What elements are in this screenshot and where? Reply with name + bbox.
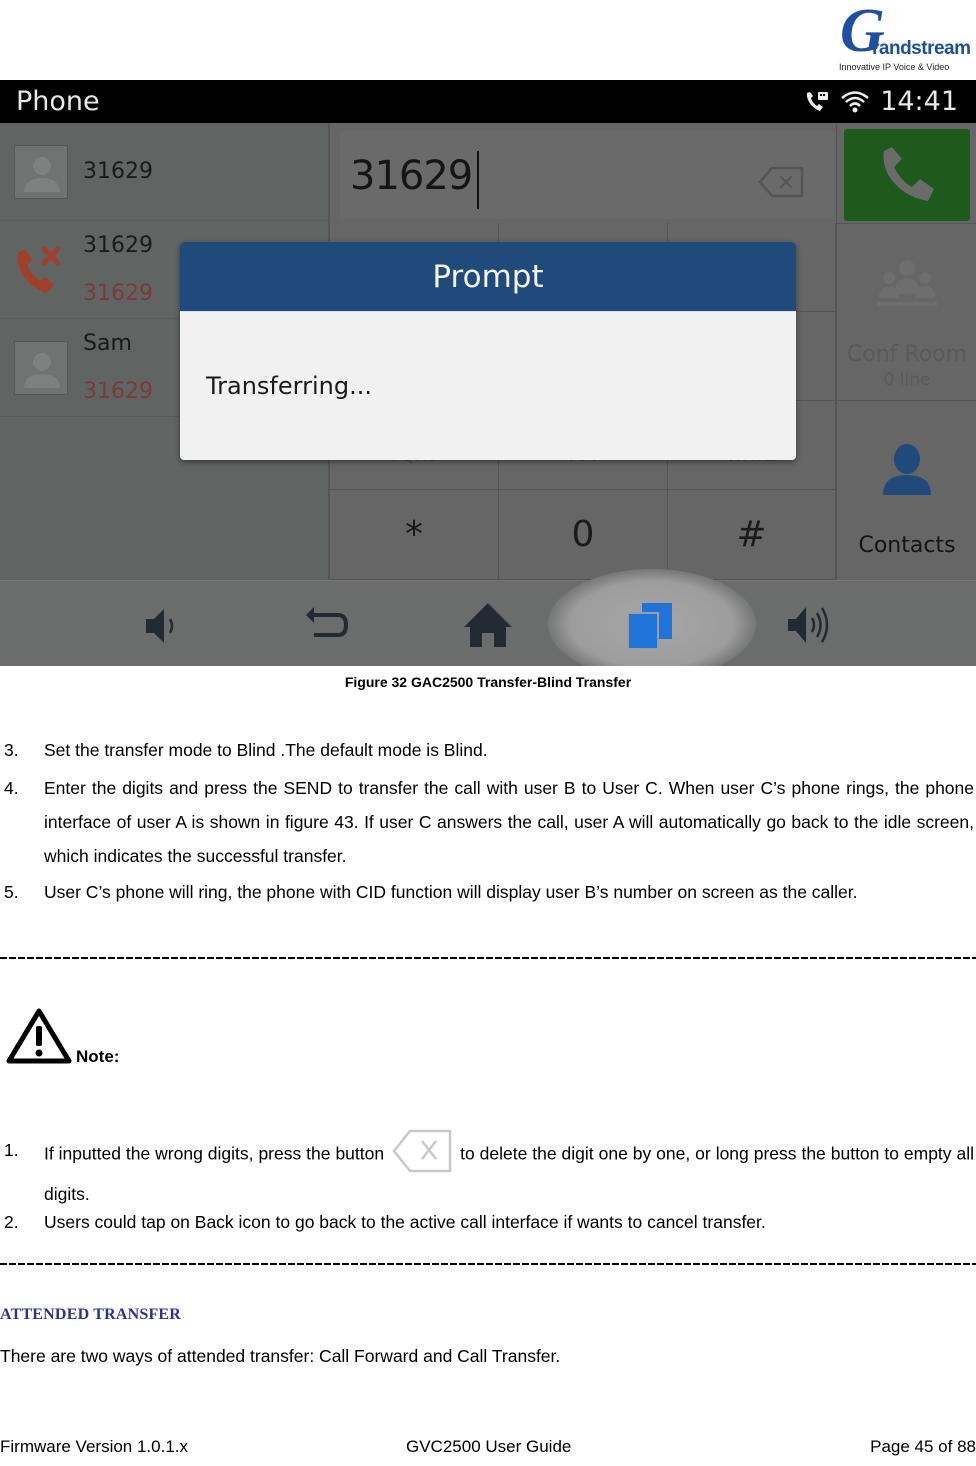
missed-call-icon <box>12 243 70 304</box>
backspace-icon[interactable] <box>758 166 804 198</box>
footer-page: Page 45 of 88 <box>870 1437 976 1456</box>
send-button[interactable] <box>844 129 970 221</box>
text-cursor <box>477 151 479 209</box>
conf-room-lines: 0 line <box>883 370 931 390</box>
logo-tagline: Innovative IP Voice & Video <box>839 62 950 72</box>
call-log-item[interactable]: 31629 <box>0 123 330 221</box>
conf-room-button[interactable]: Conf Room 0 line <box>837 223 976 401</box>
call-log-number: 31629 <box>83 281 153 306</box>
dial-input-value: 31629 <box>350 153 473 199</box>
dialog-message: Transferring... <box>206 372 372 400</box>
avatar-icon <box>14 145 68 199</box>
back-icon[interactable] <box>296 599 356 651</box>
phone-screenshot: Phone 14:41 31629 31629 31629 Sam 31629 … <box>0 80 976 666</box>
logo-word: randstream <box>872 38 971 59</box>
call-log-number: 31629 <box>83 379 153 404</box>
contacts-button[interactable]: Contacts <box>837 401 976 580</box>
footer-firmware: Firmware Version 1.0.1.x <box>0 1437 189 1456</box>
call-log-name: Sam <box>83 331 132 356</box>
side-panel: Conf Room 0 line Contacts <box>836 123 976 580</box>
call-forward-icon <box>804 90 830 114</box>
key-hash[interactable]: # <box>668 490 836 580</box>
footer-title: GVC2500 User Guide <box>406 1437 572 1456</box>
divider <box>0 1263 976 1265</box>
key-star[interactable]: * <box>330 490 499 580</box>
dialog-title: Prompt <box>180 242 796 312</box>
section-heading: ATTENDED TRANSFER <box>0 1306 182 1323</box>
status-bar: Phone 14:41 <box>0 80 976 123</box>
avatar-icon <box>14 341 68 395</box>
contacts-label: Contacts <box>858 533 956 558</box>
backspace-icon <box>392 1129 452 1173</box>
conf-room-label: Conf Room <box>846 342 968 367</box>
warning-icon <box>6 1008 72 1069</box>
recent-apps-icon[interactable] <box>620 599 680 651</box>
figure-caption: Figure 32 GAC2500 Transfer-Blind Transfe… <box>344 674 632 690</box>
note-block: Note: <box>6 1008 119 1069</box>
divider <box>0 957 976 959</box>
app-title: Phone <box>16 86 100 117</box>
grandstream-logo: G randstream Innovative IP Voice & Video <box>834 0 971 74</box>
wifi-icon <box>840 90 870 114</box>
volume-down-icon[interactable] <box>132 599 192 651</box>
volume-up-icon[interactable] <box>782 599 842 651</box>
prompt-dialog: Prompt Transferring... <box>180 242 796 460</box>
section-text: There are two ways of attended transfer:… <box>0 1346 561 1366</box>
call-log-name: 31629 <box>83 159 153 184</box>
note-label: Note: <box>76 1047 120 1066</box>
call-log-name: 31629 <box>83 233 153 258</box>
key-0[interactable]: 0 <box>499 490 668 580</box>
navigation-bar <box>0 569 976 666</box>
dial-input[interactable]: 31629 <box>340 131 834 219</box>
home-icon[interactable] <box>458 599 518 651</box>
clock: 14:41 <box>880 86 958 117</box>
